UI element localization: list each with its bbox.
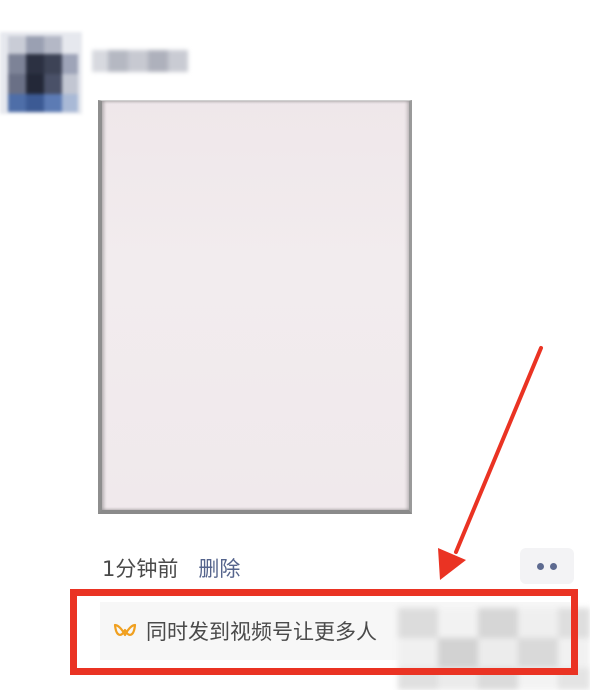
video-channel-icon bbox=[112, 618, 138, 644]
avatar[interactable] bbox=[0, 32, 82, 114]
moments-post-screen: 1分钟前 删除 同时发到视频号让更多人 bbox=[0, 0, 590, 690]
more-dots-icon bbox=[537, 562, 544, 570]
blurred-overlay bbox=[398, 608, 590, 690]
post-meta-row: 1分钟前 删除 bbox=[102, 551, 240, 585]
post-image[interactable] bbox=[98, 100, 412, 514]
more-button[interactable] bbox=[520, 548, 574, 584]
nickname[interactable] bbox=[92, 44, 192, 78]
delete-link[interactable]: 删除 bbox=[198, 553, 240, 583]
more-dots-icon bbox=[550, 562, 557, 570]
post-time: 1分钟前 bbox=[102, 557, 179, 581]
share-to-channels-text: 同时发到视频号让更多人 bbox=[146, 620, 377, 644]
